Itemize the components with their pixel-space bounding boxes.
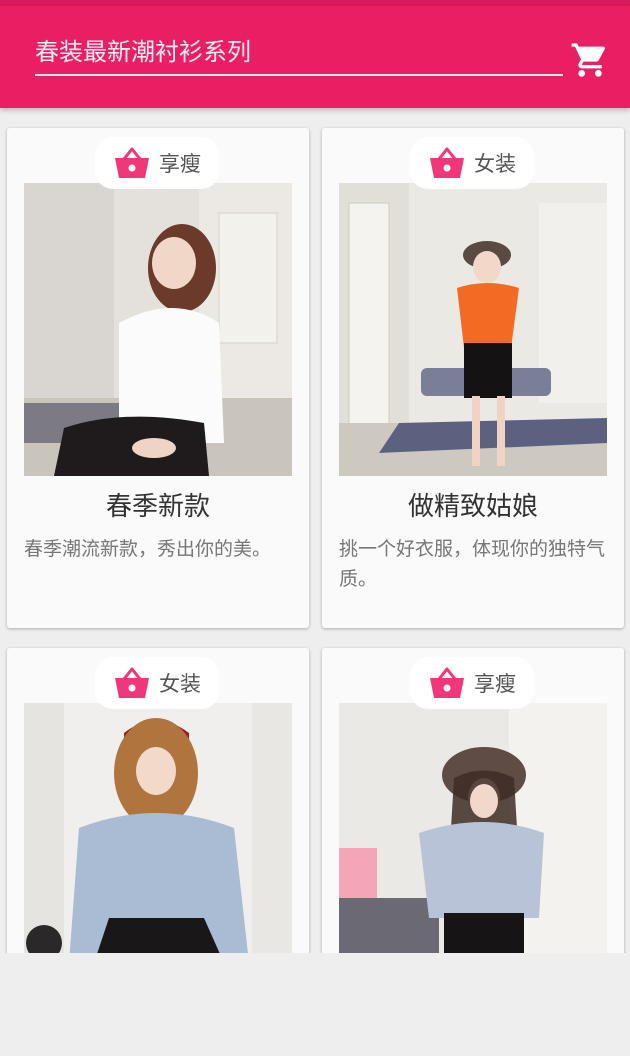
category-tag: 享瘦 (474, 672, 516, 696)
product-card[interactable]: 女装 (7, 648, 309, 953)
category-badge: 享瘦 (410, 657, 534, 709)
shopping-basket-icon (430, 667, 464, 698)
app-root: 享瘦 春季新款 春季潮流新款，秀出你的美。 (0, 0, 630, 1056)
product-card[interactable]: 女装 做精致姑娘 挑一个好衣服，体现你的独特气质。 (322, 128, 624, 628)
shopping-cart-icon (571, 43, 606, 77)
card-description: 挑一个好衣服，体现你的独特气质。 (339, 538, 606, 590)
bottom-blank-area (0, 953, 630, 1056)
product-photo (24, 703, 292, 953)
card-title: 春季新款 (105, 492, 210, 522)
product-photo (24, 183, 292, 476)
search-input[interactable] (35, 30, 563, 76)
product-photo (339, 183, 607, 476)
category-badge: 女装 (410, 137, 534, 189)
product-card[interactable]: 享瘦 春季新款 春季潮流新款，秀出你的美。 (7, 128, 309, 628)
product-photo (339, 703, 607, 953)
category-badge: 享瘦 (95, 137, 219, 189)
category-tag: 女装 (159, 672, 201, 696)
shopping-basket-icon (430, 147, 464, 178)
shopping-basket-icon (115, 147, 149, 178)
card-title: 做精致姑娘 (407, 492, 538, 522)
product-grid: 享瘦 春季新款 春季潮流新款，秀出你的美。 女装 做精致姑娘 挑一个好衣服，体现… (0, 108, 630, 953)
category-tag: 享瘦 (159, 152, 201, 176)
product-card[interactable]: 享瘦 (322, 648, 624, 953)
card-description: 春季潮流新款，秀出你的美。 (24, 538, 272, 560)
shopping-basket-icon (115, 667, 149, 698)
cart-button[interactable] (566, 36, 614, 84)
category-tag: 女装 (474, 152, 516, 176)
app-header (0, 6, 630, 108)
category-badge: 女装 (95, 657, 219, 709)
